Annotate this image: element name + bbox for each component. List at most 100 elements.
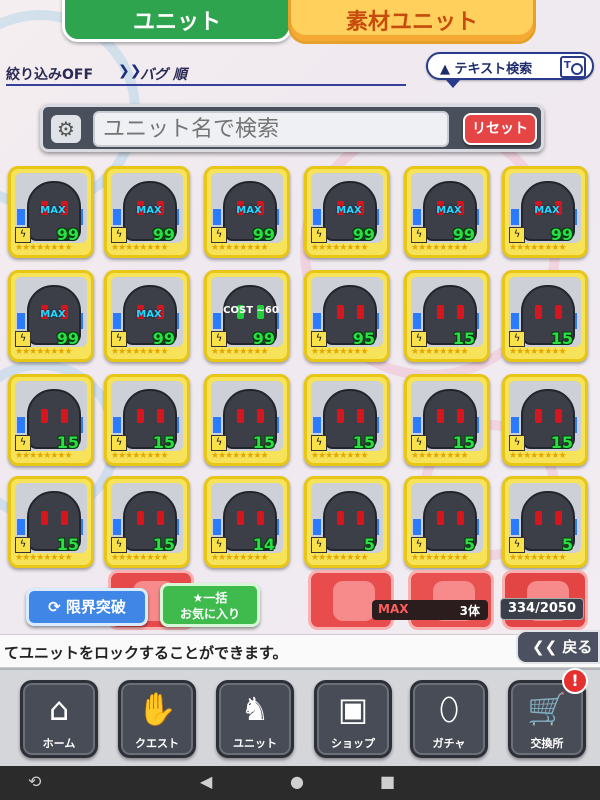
unit-accent bbox=[313, 417, 321, 433]
nav-button-5[interactable]: ⬯ ガチャ bbox=[410, 680, 488, 758]
unit-eye bbox=[61, 409, 68, 423]
rarity-stars: ★★★★★★★★ bbox=[15, 243, 73, 253]
home-circle-icon[interactable]: ● bbox=[290, 772, 304, 791]
unit-accent bbox=[511, 313, 519, 329]
unit-card[interactable]: ϟ 15 ★★★★★★★★ bbox=[8, 476, 94, 568]
lightning-icon: ϟ bbox=[211, 227, 227, 243]
nav-button-4[interactable]: ▣ ショップ bbox=[314, 680, 392, 758]
app-screen: ユニット 素材ユニット 絞り込みOFF ❯❯ バグ 順 ▲ テキスト検索 T ⚙… bbox=[0, 0, 600, 800]
text-search-icon: T bbox=[560, 56, 586, 78]
back-triangle-icon[interactable]: ◀ bbox=[200, 772, 212, 791]
unit-eye bbox=[457, 305, 464, 319]
rotate-icon[interactable]: ⟲ bbox=[28, 772, 41, 791]
rarity-stars: ★★★★★★★★ bbox=[111, 451, 169, 461]
unit-card[interactable]: ϟ 95 ★★★★★★★★ bbox=[304, 270, 390, 362]
unit-card[interactable]: ϟ 15 ★★★★★★★★ bbox=[502, 374, 588, 466]
tab-material-unit[interactable]: 素材ユニット bbox=[288, 0, 536, 44]
unit-level: 99 bbox=[252, 225, 275, 244]
lightning-icon: ϟ bbox=[411, 227, 427, 243]
unit-card[interactable]: ϟ 5 ★★★★★★★★ bbox=[502, 476, 588, 568]
limit-break-button[interactable]: ⟳ 限界突破 bbox=[26, 588, 148, 626]
unit-card[interactable]: ϟ 15 ★★★★★★★★ bbox=[404, 270, 490, 362]
unit-eye bbox=[535, 511, 542, 525]
unit-accent bbox=[17, 519, 25, 535]
lightning-icon: ϟ bbox=[311, 435, 327, 451]
system-nav-bar: ⟲ ◀ ● ■ bbox=[0, 766, 600, 800]
rarity-stars: ★★★★★★★★ bbox=[411, 451, 469, 461]
max-label: MAX bbox=[378, 602, 409, 616]
rarity-stars: ★★★★★★★★ bbox=[211, 553, 269, 563]
max-badge: MAX bbox=[236, 205, 262, 216]
unit-card[interactable]: MAX ϟ 99 ★★★★★★★★ bbox=[502, 166, 588, 258]
rarity-stars: ★★★★★★★★ bbox=[311, 451, 369, 461]
unit-card[interactable]: ϟ 15 ★★★★★★★★ bbox=[502, 270, 588, 362]
nav-label: ショップ bbox=[331, 737, 375, 750]
unit-count: 334/2050 bbox=[500, 598, 584, 620]
unit-eye bbox=[41, 409, 48, 423]
unit-card[interactable]: ϟ 15 ★★★★★★★★ bbox=[104, 374, 190, 466]
nav-label: ガチャ bbox=[432, 737, 466, 750]
rarity-stars: ★★★★★★★★ bbox=[509, 347, 567, 357]
tab-unit[interactable]: ユニット bbox=[62, 0, 292, 42]
unit-card[interactable]: MAX ϟ 99 ★★★★★★★★ bbox=[204, 166, 290, 258]
unit-level: 15 bbox=[352, 433, 375, 452]
unit-accent bbox=[213, 417, 221, 433]
unit-eye bbox=[555, 409, 562, 423]
chevron-left-icon: ❮❮ bbox=[532, 638, 563, 656]
lightning-icon: ϟ bbox=[111, 227, 127, 243]
unit-eye bbox=[357, 511, 364, 525]
max-badge: MAX bbox=[136, 309, 162, 320]
unit-eye bbox=[357, 409, 364, 423]
nav-button-2[interactable]: ✋ クエスト bbox=[118, 680, 196, 758]
nav-button-1[interactable]: ⌂ ホーム bbox=[20, 680, 98, 758]
unit-card[interactable]: ϟ 5 ★★★★★★★★ bbox=[304, 476, 390, 568]
bulk-favorite-button[interactable]: ★一括 お気に入り bbox=[160, 583, 260, 627]
unit-card[interactable]: ϟ 14 ★★★★★★★★ bbox=[204, 476, 290, 568]
lightning-icon: ϟ bbox=[509, 435, 525, 451]
reset-button[interactable]: リセット bbox=[463, 113, 537, 145]
rarity-stars: ★★★★★★★★ bbox=[15, 451, 73, 461]
unit-card[interactable]: COST ~60 ϟ 99 ★★★★★★★★ bbox=[204, 270, 290, 362]
gear-icon[interactable]: ⚙ bbox=[51, 115, 81, 143]
unit-card[interactable]: ϟ 15 ★★★★★★★★ bbox=[404, 374, 490, 466]
rarity-stars: ★★★★★★★★ bbox=[111, 347, 169, 357]
back-button[interactable]: ❮❮ 戻る bbox=[516, 630, 600, 664]
unit-level: 99 bbox=[452, 225, 475, 244]
unit-card[interactable]: ϟ 15 ★★★★★★★★ bbox=[8, 374, 94, 466]
unit-card[interactable]: MAX ϟ 99 ★★★★★★★★ bbox=[8, 166, 94, 258]
unit-accent bbox=[213, 519, 221, 535]
refresh-icon: ⟳ bbox=[48, 598, 66, 616]
max-badge: MAX bbox=[40, 309, 66, 320]
unit-card[interactable]: MAX ϟ 99 ★★★★★★★★ bbox=[304, 166, 390, 258]
lightning-icon: ϟ bbox=[15, 227, 31, 243]
filter-toggle[interactable]: 絞り込みOFF bbox=[6, 64, 93, 84]
unit-accent bbox=[313, 313, 321, 329]
rarity-stars: ★★★★★★★★ bbox=[509, 243, 567, 253]
search-input[interactable] bbox=[93, 111, 449, 147]
nav-label: クエスト bbox=[135, 737, 179, 750]
unit-card[interactable]: ϟ 15 ★★★★★★★★ bbox=[304, 374, 390, 466]
unit-accent bbox=[113, 313, 121, 329]
back-label: 戻る bbox=[562, 638, 593, 656]
unit-accent bbox=[413, 519, 421, 535]
unit-eye bbox=[237, 511, 244, 525]
unit-eye bbox=[61, 511, 68, 525]
sort-order-button[interactable]: バグ 順 bbox=[140, 64, 187, 84]
nav-button-3[interactable]: ♞ ユニット bbox=[216, 680, 294, 758]
unit-level: 95 bbox=[352, 329, 375, 348]
unit-card[interactable]: MAX ϟ 99 ★★★★★★★★ bbox=[104, 166, 190, 258]
text-search-button[interactable]: ▲ テキスト検索 T bbox=[426, 52, 594, 80]
search-bar: ⚙ リセット bbox=[40, 104, 544, 152]
unit-card[interactable]: MAX ϟ 99 ★★★★★★★★ bbox=[404, 166, 490, 258]
unit-card[interactable]: MAX ϟ 99 ★★★★★★★★ bbox=[8, 270, 94, 362]
message-text: てユニットをロックすることができます。 bbox=[4, 644, 288, 662]
unit-card[interactable]: ϟ 15 ★★★★★★★★ bbox=[104, 476, 190, 568]
recents-icon[interactable]: ■ bbox=[380, 772, 395, 791]
unit-card[interactable]: ϟ 15 ★★★★★★★★ bbox=[204, 374, 290, 466]
unit-card[interactable]: ϟ 5 ★★★★★★★★ bbox=[404, 476, 490, 568]
rarity-stars: ★★★★★★★★ bbox=[111, 243, 169, 253]
unit-eye bbox=[437, 409, 444, 423]
divider bbox=[6, 84, 406, 86]
unit-card[interactable]: MAX ϟ 99 ★★★★★★★★ bbox=[104, 270, 190, 362]
rarity-stars: ★★★★★★★★ bbox=[411, 553, 469, 563]
